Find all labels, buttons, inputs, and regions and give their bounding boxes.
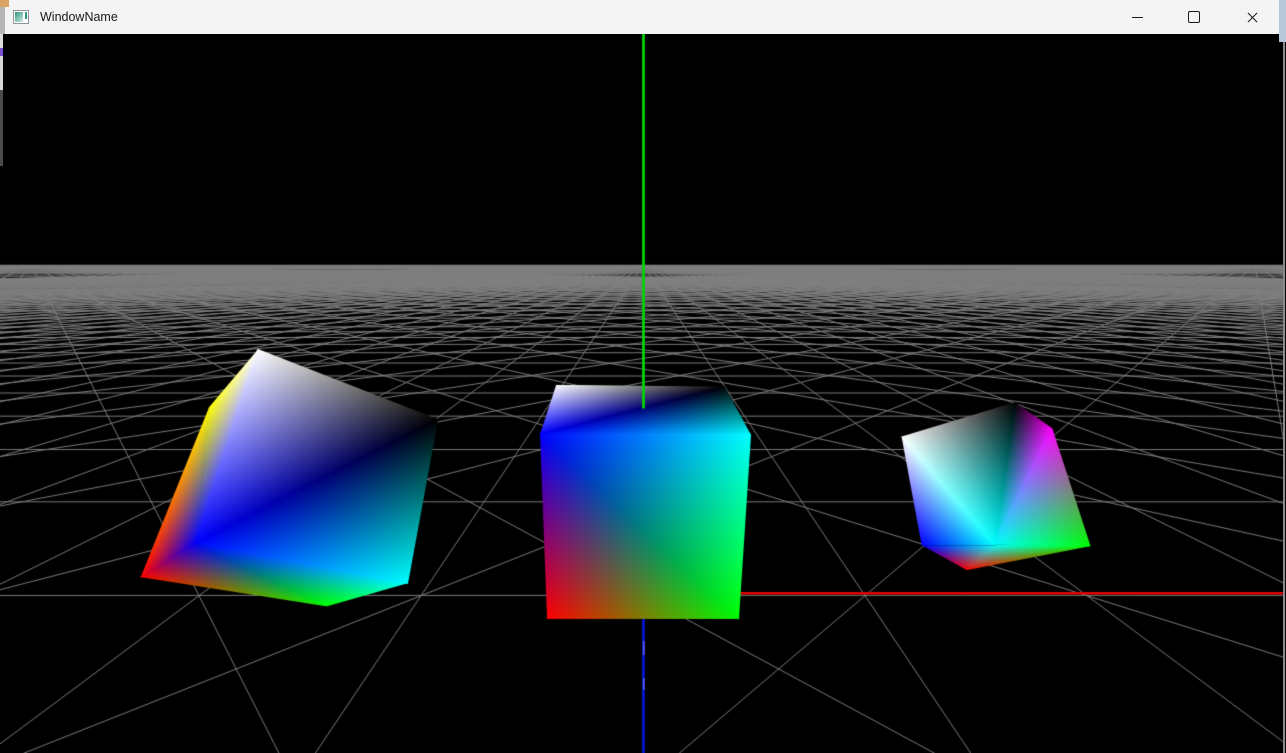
maximize-button[interactable] (1171, 0, 1217, 34)
app-icon-bar (25, 12, 27, 19)
gl-viewport[interactable] (0, 34, 1286, 753)
close-icon (1246, 11, 1259, 24)
app-icon-fill (15, 12, 23, 22)
background-window-sliver-left-purple (0, 48, 3, 56)
app-icon (13, 10, 29, 24)
background-window-sliver-topleft (0, 0, 9, 7)
background-window-sliver-left-2 (0, 56, 3, 90)
background-window-sliver-topright (1279, 0, 1286, 42)
window-title: WindowName (40, 0, 118, 34)
minimize-icon (1132, 17, 1143, 18)
background-window-sliver-left-3 (0, 90, 3, 166)
maximize-icon (1188, 11, 1200, 23)
background-window-sliver-left-1 (0, 34, 3, 48)
background-window-sliver-left-top (0, 7, 5, 34)
window-titlebar[interactable]: WindowName (0, 0, 1286, 34)
minimize-button[interactable] (1114, 0, 1160, 34)
close-button[interactable] (1229, 0, 1275, 34)
